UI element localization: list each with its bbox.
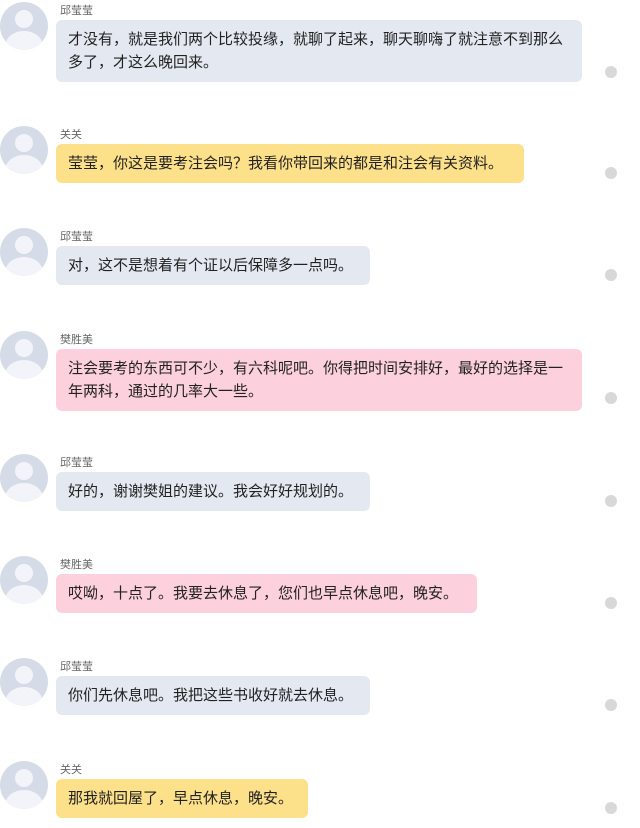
message-status-dot (605, 167, 617, 179)
user-avatar-icon[interactable] (0, 228, 48, 276)
message-bubble: 注会要考的东西可不少，有六科呢吧。你得把时间安排好，最好的选择是一年两科，通过的… (56, 349, 582, 411)
user-avatar-icon[interactable] (0, 658, 48, 706)
sender-name: 邱莹莹 (60, 230, 93, 243)
user-avatar-icon[interactable] (0, 2, 48, 50)
message-status-dot (605, 392, 617, 404)
sender-name: 樊胜美 (60, 333, 93, 346)
message-status-dot (605, 269, 617, 281)
user-avatar-icon[interactable] (0, 331, 48, 379)
user-avatar-icon[interactable] (0, 454, 48, 502)
user-avatar-icon[interactable] (0, 126, 48, 174)
sender-name: 关关 (60, 128, 82, 141)
message-status-dot (605, 597, 617, 609)
message-status-dot (605, 699, 617, 711)
sender-name: 邱莹莹 (60, 456, 93, 469)
user-avatar-icon[interactable] (0, 556, 48, 604)
sender-name: 关关 (60, 763, 82, 776)
message-bubble: 你们先休息吧。我把这些书收好就去休息。 (56, 676, 370, 715)
message-bubble: 对，这不是想着有个证以后保障多一点吗。 (56, 246, 370, 285)
chat-message-list: 邱莹莹 才没有，就是我们两个比较投缘，就聊了起来，聊天聊嗨了就注意不到那么多了，… (0, 0, 640, 828)
sender-name: 邱莹莹 (60, 660, 93, 673)
message-status-dot (605, 802, 617, 814)
user-avatar-icon[interactable] (0, 761, 48, 809)
sender-name: 邱莹莹 (60, 4, 93, 17)
message-status-dot (605, 66, 617, 78)
message-bubble: 哎呦，十点了。我要去休息了，您们也早点休息吧，晚安。 (56, 574, 477, 613)
message-bubble: 那我就回屋了，早点休息，晚安。 (56, 779, 308, 818)
message-bubble: 莹莹，你这是要考注会吗？我看你带回来的都是和注会有关资料。 (56, 144, 524, 183)
message-bubble: 好的，谢谢樊姐的建议。我会好好规划的。 (56, 472, 370, 511)
message-status-dot (605, 495, 617, 507)
sender-name: 樊胜美 (60, 558, 93, 571)
message-bubble: 才没有，就是我们两个比较投缘，就聊了起来，聊天聊嗨了就注意不到那么多了，才这么晚… (56, 20, 582, 82)
